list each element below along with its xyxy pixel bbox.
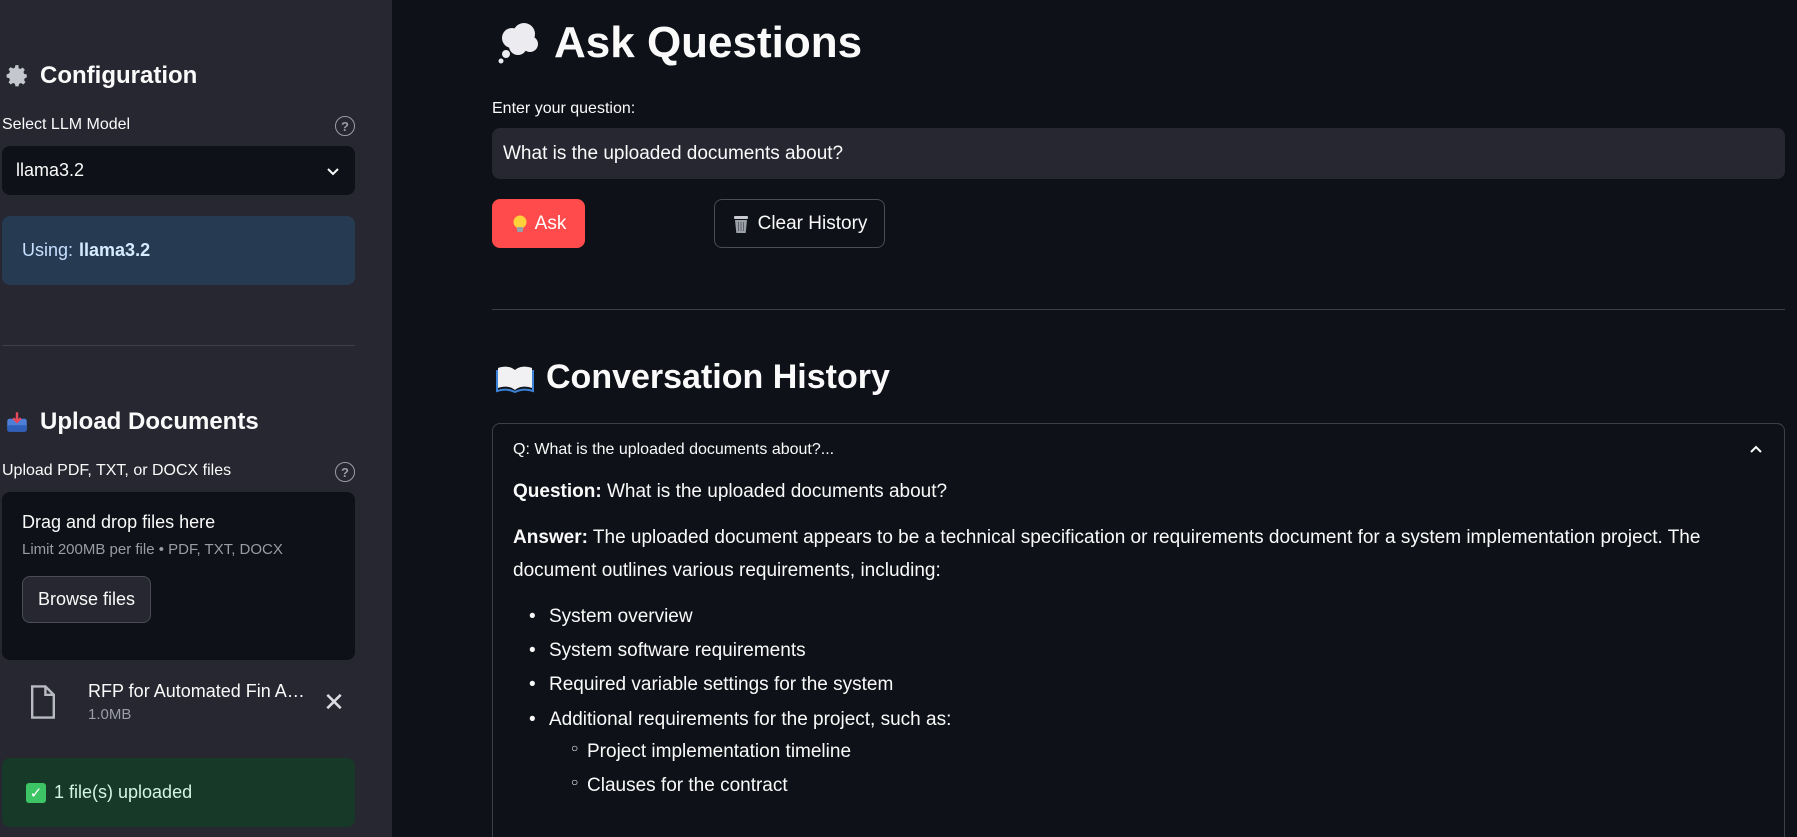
question-input[interactable] xyxy=(492,128,1785,179)
answer-list: System overview System software requirem… xyxy=(529,601,1764,803)
model-select[interactable]: llama3.2 xyxy=(2,146,355,195)
sidebar: Configuration Select LLM Model ? llama3.… xyxy=(0,0,392,837)
model-select-value: llama3.2 xyxy=(16,160,85,180)
model-select-label: Select LLM Model xyxy=(2,116,131,133)
answer-text: The uploaded document appears to be a te… xyxy=(513,527,1701,581)
thought-balloon-icon xyxy=(498,23,538,64)
info-prefix: Using: xyxy=(22,240,74,260)
dropzone-limit: Limit 200MB per file • PDF, TXT, DOCX xyxy=(22,541,283,558)
expander-header-text: Q: What is the uploaded documents about?… xyxy=(513,441,835,458)
upload-heading: Upload Documents xyxy=(4,408,259,436)
app-root: Configuration Select LLM Model ? llama3.… xyxy=(0,0,1797,837)
clear-history-button[interactable]: Clear History xyxy=(714,199,885,248)
sub-list-item: Project implementation timeline xyxy=(551,736,1764,768)
file-size: 1.0MB xyxy=(88,706,132,723)
file-name: RFP for Automated Fin A… xyxy=(88,681,305,701)
answer-prefix: Answer: xyxy=(513,527,588,549)
history-title-text: Conversation History xyxy=(546,358,890,396)
sub-list: Project implementation timeline Clauses … xyxy=(551,736,1764,803)
check-icon: ✓ xyxy=(26,782,46,803)
file-icon xyxy=(31,685,55,719)
close-icon[interactable]: ✕ xyxy=(320,687,348,718)
main-content: Ask Questions Enter your question: Ask C… xyxy=(392,0,1797,837)
browse-files-button[interactable]: Browse files xyxy=(22,576,152,623)
history-title: Conversation History xyxy=(496,358,890,397)
question-text: What is the uploaded documents about? xyxy=(606,481,948,502)
inbox-tray-icon xyxy=(7,412,27,432)
file-dropzone[interactable]: Drag and drop files here Limit 200MB per… xyxy=(2,492,355,660)
page-title: Ask Questions xyxy=(496,18,862,68)
info-model: llama3.2 xyxy=(79,240,151,260)
gear-icon xyxy=(6,65,27,87)
expander-header[interactable]: Q: What is the uploaded documents about?… xyxy=(493,424,1784,476)
help-icon[interactable]: ? xyxy=(335,462,355,482)
sub-list-item: Clauses for the contract xyxy=(551,770,1764,802)
help-icon[interactable]: ? xyxy=(335,116,355,136)
success-text: 1 file(s) uploaded xyxy=(54,782,193,802)
conversation-expander: Q: What is the uploaded documents about?… xyxy=(492,423,1785,837)
question-paragraph: Question: What is the uploaded documents… xyxy=(513,476,1764,508)
ask-button[interactable]: Ask xyxy=(492,199,585,248)
question-label: Enter your question: xyxy=(492,100,636,117)
list-item-text: Additional requirements for the project,… xyxy=(549,708,952,730)
config-heading-text: Configuration xyxy=(40,62,198,89)
upload-label: Upload PDF, TXT, or DOCX files xyxy=(2,462,232,479)
upload-success-alert: ✓ 1 file(s) uploaded xyxy=(2,758,355,827)
chevron-up-icon xyxy=(1750,445,1762,453)
page-title-text: Ask Questions xyxy=(554,18,863,67)
dropzone-title: Drag and drop files here xyxy=(22,512,216,532)
sidebar-divider xyxy=(2,345,355,346)
wastebasket-icon xyxy=(733,215,748,233)
list-item: System overview xyxy=(529,601,1764,634)
config-heading: Configuration xyxy=(4,62,197,90)
list-item: Additional requirements for the project,… xyxy=(529,704,1764,803)
open-book-icon xyxy=(496,366,534,393)
list-item: Required variable settings for the syste… xyxy=(529,669,1764,702)
model-info-alert: Using: llama3.2 xyxy=(2,216,355,285)
uploaded-file-item: RFP for Automated Fin A… 1.0MB ✕ xyxy=(28,676,348,728)
clear-history-label: Clear History xyxy=(757,212,868,234)
question-prefix: Question: xyxy=(513,481,602,502)
expander-body: Question: What is the uploaded documents… xyxy=(493,476,1784,803)
list-item: System software requirements xyxy=(529,635,1764,668)
chevron-down-icon xyxy=(327,167,339,175)
light-bulb-icon xyxy=(513,215,527,232)
main-divider xyxy=(492,309,1785,310)
upload-heading-text: Upload Documents xyxy=(40,408,259,435)
ask-button-label: Ask xyxy=(534,212,567,234)
answer-paragraph: Answer: The uploaded document appears to… xyxy=(513,522,1764,587)
